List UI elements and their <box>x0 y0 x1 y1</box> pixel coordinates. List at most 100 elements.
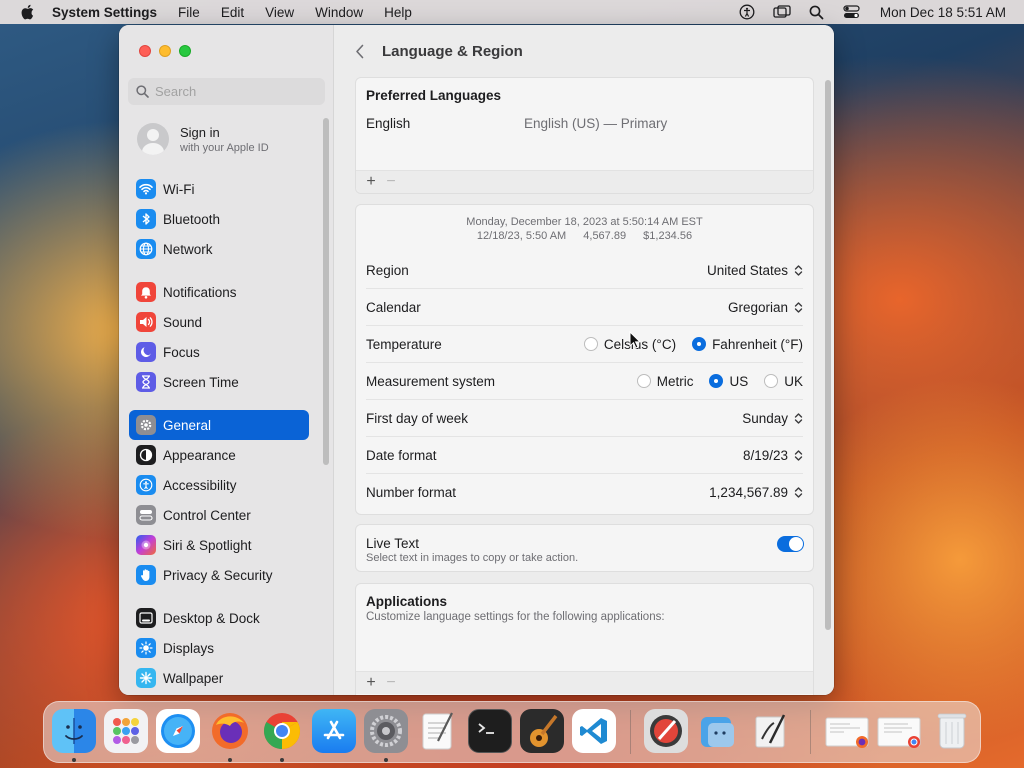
sidebar-item-screen-time[interactable]: Screen Time <box>129 367 309 397</box>
date-format-label: Date format <box>366 447 437 463</box>
sidebar-item-label: Desktop & Dock <box>163 610 260 626</box>
search-field[interactable] <box>128 78 325 105</box>
measurement-label: Measurement system <box>366 373 496 389</box>
zoom-button[interactable] <box>179 45 191 57</box>
signin-title: Sign in <box>180 124 220 140</box>
live-text-toggle[interactable] <box>777 536 804 552</box>
apple-menu-icon[interactable] <box>20 4 34 20</box>
globe-icon <box>136 239 156 259</box>
sidebar-item-displays[interactable]: Displays <box>129 633 309 663</box>
screen-mirroring-icon[interactable] <box>773 4 791 20</box>
sidebar-item-wallpaper[interactable]: Wallpaper <box>129 663 309 693</box>
finder-icon[interactable] <box>52 709 96 753</box>
remove-application-button[interactable]: − <box>384 674 398 692</box>
add-application-button[interactable]: + <box>364 674 378 692</box>
sun-icon <box>136 638 156 658</box>
sidebar-item-accessibility[interactable]: Accessibility <box>129 470 309 500</box>
search-icon <box>136 85 149 98</box>
menu-view[interactable]: View <box>265 5 294 20</box>
sidebar-item-siri-spotlight[interactable]: Siri & Spotlight <box>129 530 309 560</box>
live-text-subtitle: Select text in images to copy or take ac… <box>366 552 579 564</box>
sidebar-item-privacy-security[interactable]: Privacy & Security <box>129 560 309 590</box>
applications-card: Applications Customize language settings… <box>355 583 814 695</box>
chevron-updown-icon <box>794 300 803 314</box>
language-row[interactable]: English English (US) — Primary <box>356 103 813 131</box>
recent-window-firefox-icon[interactable] <box>824 709 872 753</box>
content-pane: Language & Region Preferred Languages En… <box>335 25 834 695</box>
remove-language-button[interactable]: − <box>384 173 398 191</box>
sidebar-item-label: Privacy & Security <box>163 567 273 583</box>
search-input[interactable] <box>155 84 315 99</box>
uk-radio[interactable]: UK <box>764 374 803 389</box>
region-format-card: Monday, December 18, 2023 at 5:50:14 AM … <box>355 204 814 515</box>
menubar-clock[interactable]: Mon Dec 18 5:51 AM <box>880 5 1006 20</box>
control-center-toggle-icon[interactable] <box>843 4 861 20</box>
garageband-icon[interactable] <box>520 709 564 753</box>
sidebar-item-bluetooth[interactable]: Bluetooth <box>129 204 309 234</box>
sidebar-item-label: Focus <box>163 344 200 360</box>
content-header: Language & Region <box>335 38 825 64</box>
preview-number: 4,567.89 <box>583 230 627 242</box>
first-day-value: Sunday <box>742 410 788 426</box>
calendar-row: Calendar Gregorian <box>366 289 803 326</box>
sidebar-item-network[interactable]: Network <box>129 234 309 264</box>
sidebar-item-wifi[interactable]: Wi-Fi <box>129 174 309 204</box>
sidebar-item-appearance[interactable]: Appearance <box>129 440 309 470</box>
sidebar-item-notifications[interactable]: Notifications <box>129 277 309 307</box>
sidebar-item-focus[interactable]: Focus <box>129 337 309 367</box>
apple-id-signin[interactable]: Sign in with your Apple ID <box>137 123 269 155</box>
menu-file[interactable]: File <box>178 5 200 20</box>
menu-window[interactable]: Window <box>315 5 363 20</box>
running-indicator <box>228 758 232 762</box>
spotlight-search-icon[interactable] <box>808 4 826 20</box>
preview-long-date: Monday, December 18, 2023 at 5:50:14 AM … <box>466 216 703 228</box>
vscode-icon[interactable] <box>572 709 616 753</box>
close-button[interactable] <box>139 45 151 57</box>
trash-icon[interactable] <box>930 709 974 753</box>
firefox-icon[interactable] <box>208 709 252 753</box>
safari-icon[interactable] <box>156 709 200 753</box>
accessibility-status-icon[interactable] <box>738 4 756 20</box>
sidebar-item-label: Appearance <box>163 447 236 463</box>
temperature-label: Temperature <box>366 336 442 352</box>
fahrenheit-radio[interactable]: Fahrenheit (°F) <box>692 337 803 352</box>
uk-label: UK <box>784 373 803 389</box>
sidebar-item-control-center[interactable]: Control Center <box>129 500 309 530</box>
textedit-icon[interactable] <box>416 709 460 753</box>
minimize-button[interactable] <box>159 45 171 57</box>
sidebar-item-general[interactable]: General <box>129 410 309 440</box>
menu-app-name[interactable]: System Settings <box>52 5 157 20</box>
system-settings-icon[interactable] <box>364 709 408 753</box>
first-day-popup[interactable]: Sunday <box>742 411 803 426</box>
add-language-button[interactable]: + <box>364 173 378 191</box>
back-chevron-icon[interactable] <box>355 43 367 59</box>
sidebar-item-label: General <box>163 417 212 433</box>
page-title: Language & Region <box>382 42 523 60</box>
recent-window-chrome-icon[interactable] <box>876 709 924 753</box>
chevron-updown-icon <box>794 263 803 277</box>
script-editor-icon[interactable] <box>644 709 688 753</box>
preview-icon[interactable] <box>748 709 792 753</box>
languages-add-remove-bar: + − <box>356 170 813 193</box>
metric-radio[interactable]: Metric <box>636 374 693 389</box>
calendar-popup[interactable]: Gregorian <box>728 300 803 315</box>
number-format-popup[interactable]: 1,234,567.89 <box>709 485 803 500</box>
language-detail: English (US) — Primary <box>524 116 668 131</box>
date-format-popup[interactable]: 8/19/23 <box>743 448 803 463</box>
sidebar-item-sound[interactable]: Sound <box>129 307 309 337</box>
sidebar-scrollbar[interactable] <box>323 118 329 465</box>
menu-help[interactable]: Help <box>384 5 412 20</box>
us-radio[interactable]: US <box>709 374 748 389</box>
region-popup[interactable]: United States <box>707 263 803 278</box>
region-label: Region <box>366 262 409 278</box>
chrome-icon[interactable] <box>260 709 304 753</box>
sidebar-item-desktop-dock[interactable]: Desktop & Dock <box>129 603 309 633</box>
menu-edit[interactable]: Edit <box>221 5 244 20</box>
wallpaper-icon <box>136 668 156 688</box>
launchpad-icon[interactable] <box>104 709 148 753</box>
content-scrollbar[interactable] <box>825 80 831 630</box>
terminal-icon[interactable] <box>468 709 512 753</box>
moon-icon <box>136 342 156 362</box>
migration-assistant-icon[interactable] <box>696 709 740 753</box>
app-store-icon[interactable] <box>312 709 356 753</box>
